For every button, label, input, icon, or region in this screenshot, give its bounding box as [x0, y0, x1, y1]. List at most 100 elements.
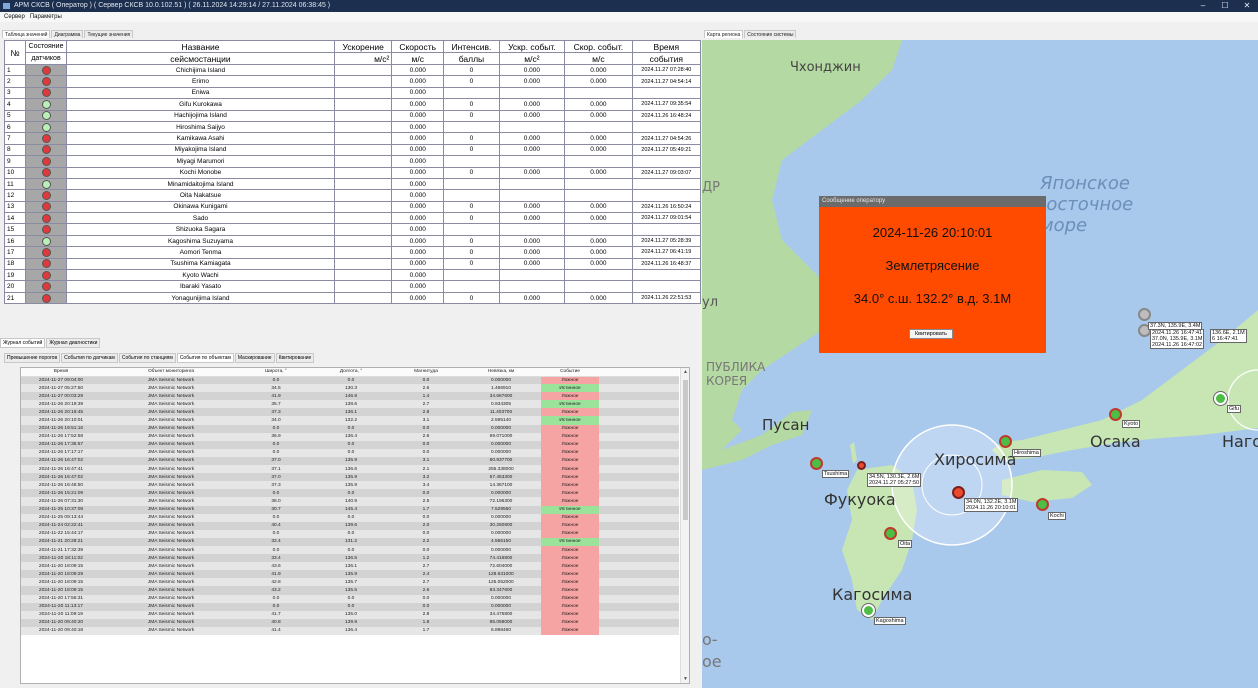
- event-row[interactable]: 2024-11-20 09:40:20 JMA Seismic Network 40…: [21, 618, 679, 627]
- station-row[interactable]: 4 Gifu Kurokawa 0.000 0 0.000 0.000 2024.11.27…: [4, 98, 702, 111]
- ev-col-object[interactable]: Объект мониторинга: [101, 368, 241, 377]
- station-row[interactable]: 3 Eniwa 0.000: [4, 86, 702, 100]
- event-row[interactable]: 2024-11-26 20:19:45 JMA Seismic Network 37…: [21, 408, 679, 417]
- maximize-button[interactable]: ☐: [1214, 0, 1236, 12]
- station-row[interactable]: 2 Erimo 0.000 0 0.000 0.000 2024.11.27 04:54:1…: [4, 75, 702, 88]
- close-button[interactable]: ✕: [1236, 0, 1258, 12]
- tab-values-table[interactable]: Таблица значений: [2, 30, 51, 38]
- station-row[interactable]: 18 Tsushima Kamiagata 0.000 0 0.000 0.000 2024…: [4, 257, 702, 271]
- acknowledge-button[interactable]: Квитировать: [909, 329, 953, 339]
- station-row[interactable]: 21 Yonagunijima Island 0.000 0 0.000 0.000 202…: [4, 291, 702, 305]
- station-row[interactable]: 20 Ibaraki Yasato 0.000: [4, 280, 702, 293]
- event-row[interactable]: 2024-11-20 18:11:02 JMA Seismic Network 33…: [21, 554, 679, 563]
- station-marker-oita[interactable]: [884, 527, 897, 540]
- scroll-thumb[interactable]: [683, 380, 688, 520]
- station-row[interactable]: 8 Miyakojima Island 0.000 0 0.000 0.000 2024.1…: [4, 143, 702, 157]
- station-row[interactable]: 17 Aomori Tenma 0.000 0 0.000 0.000 2024.11.27…: [4, 246, 702, 259]
- station-row[interactable]: 14 Sado 0.000 0 0.000 0.000 2024.11.27 09:01:5…: [4, 212, 702, 225]
- station-row[interactable]: 15 Shizuoka Sagara 0.000: [4, 223, 702, 236]
- station-row[interactable]: 7 Kamikawa Asahi 0.000 0 0.000 0.000 2024.11.2…: [4, 132, 702, 145]
- event-row[interactable]: 2024-11-26 16:47:02 JMA Seismic Network 37…: [21, 473, 679, 482]
- station-marker-gifu[interactable]: [1214, 392, 1227, 405]
- event-row[interactable]: 2024-11-26 20:19:39 JMA Seismic Network 35…: [21, 400, 679, 409]
- station-row[interactable]: 5 Hachijojima Island 0.000 0 0.000 0.000 2024.…: [4, 109, 702, 122]
- station-row[interactable]: 13 Okinawa Kunigami 0.000 0 0.000 0.000 2024.1…: [4, 200, 702, 214]
- event-row[interactable]: 2024-11-27 05:27:50 JMA Seismic Network 34…: [21, 384, 679, 393]
- event-row[interactable]: 2024-11-25 09:13:44 JMA Seismic Network 0.…: [21, 513, 679, 522]
- col-num[interactable]: №: [4, 40, 26, 65]
- event-row[interactable]: 2024-11-20 18:09:15 JMA Seismic Network 42…: [21, 578, 679, 587]
- event-row[interactable]: 2024-11-26 19:51:16 JMA Seismic Network 0.…: [21, 424, 679, 433]
- event-marker-north-1[interactable]: [1138, 308, 1151, 321]
- tab-masking[interactable]: Маскирование: [234, 353, 275, 363]
- station-row[interactable]: 16 Kagoshima Suzuyama 0.000 0 0.000 0.000 2024…: [4, 234, 702, 248]
- event-row[interactable]: 2024-11-20 18:09:15 JMA Seismic Network 43…: [21, 562, 679, 571]
- tab-object-events[interactable]: События по объектам: [176, 353, 234, 363]
- station-row[interactable]: 11 Minamidaitojima Island 0.000: [4, 177, 702, 191]
- event-row[interactable]: 2024-11-20 09:40:18 JMA Seismic Network 41…: [21, 626, 679, 635]
- event-row[interactable]: 2024-11-24 02:22:41 JMA Seismic Network 40…: [21, 521, 679, 530]
- event-row[interactable]: 2024-11-27 09:04:00 JMA Seismic Network 0.…: [21, 376, 679, 385]
- col-int-1[interactable]: Интенсив.: [443, 40, 500, 53]
- event-row[interactable]: 2024-11-26 15:21:09 JMA Seismic Network 0.…: [21, 489, 679, 498]
- event-row[interactable]: 2024-11-21 17:32:39 JMA Seismic Network 0.…: [21, 545, 679, 555]
- tab-system-state[interactable]: Состояние системы: [744, 30, 797, 38]
- col-evtime-1[interactable]: Время: [631, 40, 702, 53]
- event-row[interactable]: 2024-11-21 20:28:21 JMA Seismic Network 32…: [21, 537, 679, 546]
- tab-thresholds[interactable]: Превышение порогов: [4, 353, 61, 363]
- tab-station-events[interactable]: События по станциям: [118, 353, 176, 363]
- station-marker-kyoto[interactable]: [1109, 408, 1122, 421]
- ev-col-residual[interactable]: Невязка, км: [461, 368, 541, 377]
- tab-current-values[interactable]: Текущие значения: [84, 30, 134, 38]
- ev-col-lat[interactable]: Широта, °: [241, 368, 311, 377]
- event-row[interactable]: 2024-11-27 00:03:29 JMA Seismic Network 41…: [21, 392, 679, 401]
- event-row[interactable]: 2024-11-26 17:17:17 JMA Seismic Network 0.…: [21, 448, 679, 457]
- col-evspeed-1[interactable]: Скор. событ.: [564, 40, 633, 53]
- event-row[interactable]: 2024-11-20 11:13:17 JMA Seismic Network 0.…: [21, 602, 679, 611]
- col-state-1[interactable]: Состояние: [25, 40, 67, 53]
- station-marker-hiroshima[interactable]: [999, 435, 1012, 448]
- ev-col-time[interactable]: Время: [21, 368, 101, 377]
- event-row[interactable]: 2024-11-22 15:44:17 JMA Seismic Network 0.…: [21, 529, 679, 538]
- event-row[interactable]: 2024-11-26 17:35:57 JMA Seismic Network 0.…: [21, 440, 679, 449]
- station-marker-kochi[interactable]: [1036, 498, 1049, 511]
- minimize-button[interactable]: –: [1192, 0, 1214, 12]
- menu-server[interactable]: Сервер: [4, 12, 25, 22]
- tab-sensor-events[interactable]: События по датчикам: [61, 353, 118, 363]
- col-name-1[interactable]: Название: [66, 40, 335, 53]
- event-row[interactable]: 2024-11-26 16:47:02 JMA Seismic Network 37…: [21, 456, 679, 466]
- tab-diagram[interactable]: Диаграмма: [51, 30, 84, 38]
- tab-region-map[interactable]: Карта региона: [704, 30, 744, 38]
- event-row[interactable]: 2024-11-26 20:10:01 JMA Seismic Network 34…: [21, 416, 679, 425]
- tab-event-log[interactable]: Журнал событий: [0, 338, 46, 348]
- station-marker-kagoshima[interactable]: [862, 604, 875, 617]
- col-evaccel-1[interactable]: Ускр. событ.: [498, 40, 566, 53]
- station-row[interactable]: 10 Kochi Monobe 0.000 0 0.000 0.000 2024.11.27…: [4, 166, 702, 179]
- ev-col-lon[interactable]: Долгота, °: [311, 368, 391, 377]
- station-row[interactable]: 12 Oita Nakatsue 0.000: [4, 189, 702, 202]
- col-accel-1[interactable]: Ускорение: [333, 40, 393, 53]
- ev-col-event[interactable]: Событие: [541, 368, 599, 377]
- station-row[interactable]: 6 Hiroshima Saijyo 0.000: [4, 120, 702, 134]
- event-row[interactable]: 2024-11-26 07:31:30 JMA Seismic Network 38…: [21, 497, 679, 506]
- ev-col-mag[interactable]: Магнитуда: [391, 368, 461, 377]
- tab-acknowledgement[interactable]: Квитирование: [275, 353, 315, 363]
- station-marker-tsushima[interactable]: [810, 457, 823, 470]
- menu-parameters[interactable]: Параметры: [30, 12, 62, 22]
- event-row[interactable]: 2024-11-20 18:09:15 JMA Seismic Network 43…: [21, 586, 679, 595]
- event-row[interactable]: 2024-11-25 10:37:08 JMA Seismic Network 30…: [21, 505, 679, 514]
- region-map[interactable]: Чхонджин Японское Восточное море ДР ул П…: [702, 40, 1258, 688]
- scroll-up-icon[interactable]: ▲: [681, 369, 689, 375]
- event-row[interactable]: 2024-11-26 16:46:50 JMA Seismic Network 37…: [21, 481, 679, 490]
- event-row[interactable]: 2024-11-20 11:09:19 JMA Seismic Network 41…: [21, 610, 679, 619]
- event-row[interactable]: 2024-11-20 17:55:31 JMA Seismic Network 0.…: [21, 594, 679, 603]
- event-row[interactable]: 2024-11-20 18:09:29 JMA Seismic Network 41…: [21, 570, 679, 579]
- tab-diagnostics-log[interactable]: Журнал диагностики: [46, 338, 101, 348]
- station-row[interactable]: 1 Chichijima Island 0.000 0 0.000 0.000 2024.1…: [4, 63, 702, 77]
- event-marker-tsushima[interactable]: [857, 461, 866, 470]
- station-row[interactable]: 9 Miyagi Marumori 0.000: [4, 155, 702, 168]
- scroll-down-icon[interactable]: ▼: [681, 676, 689, 682]
- event-row[interactable]: 2024-11-26 17:52:58 JMA Seismic Network 36…: [21, 432, 679, 441]
- event-row[interactable]: 2024-11-26 16:47:41 JMA Seismic Network 37…: [21, 465, 679, 474]
- col-speed-1[interactable]: Скорость: [391, 40, 445, 53]
